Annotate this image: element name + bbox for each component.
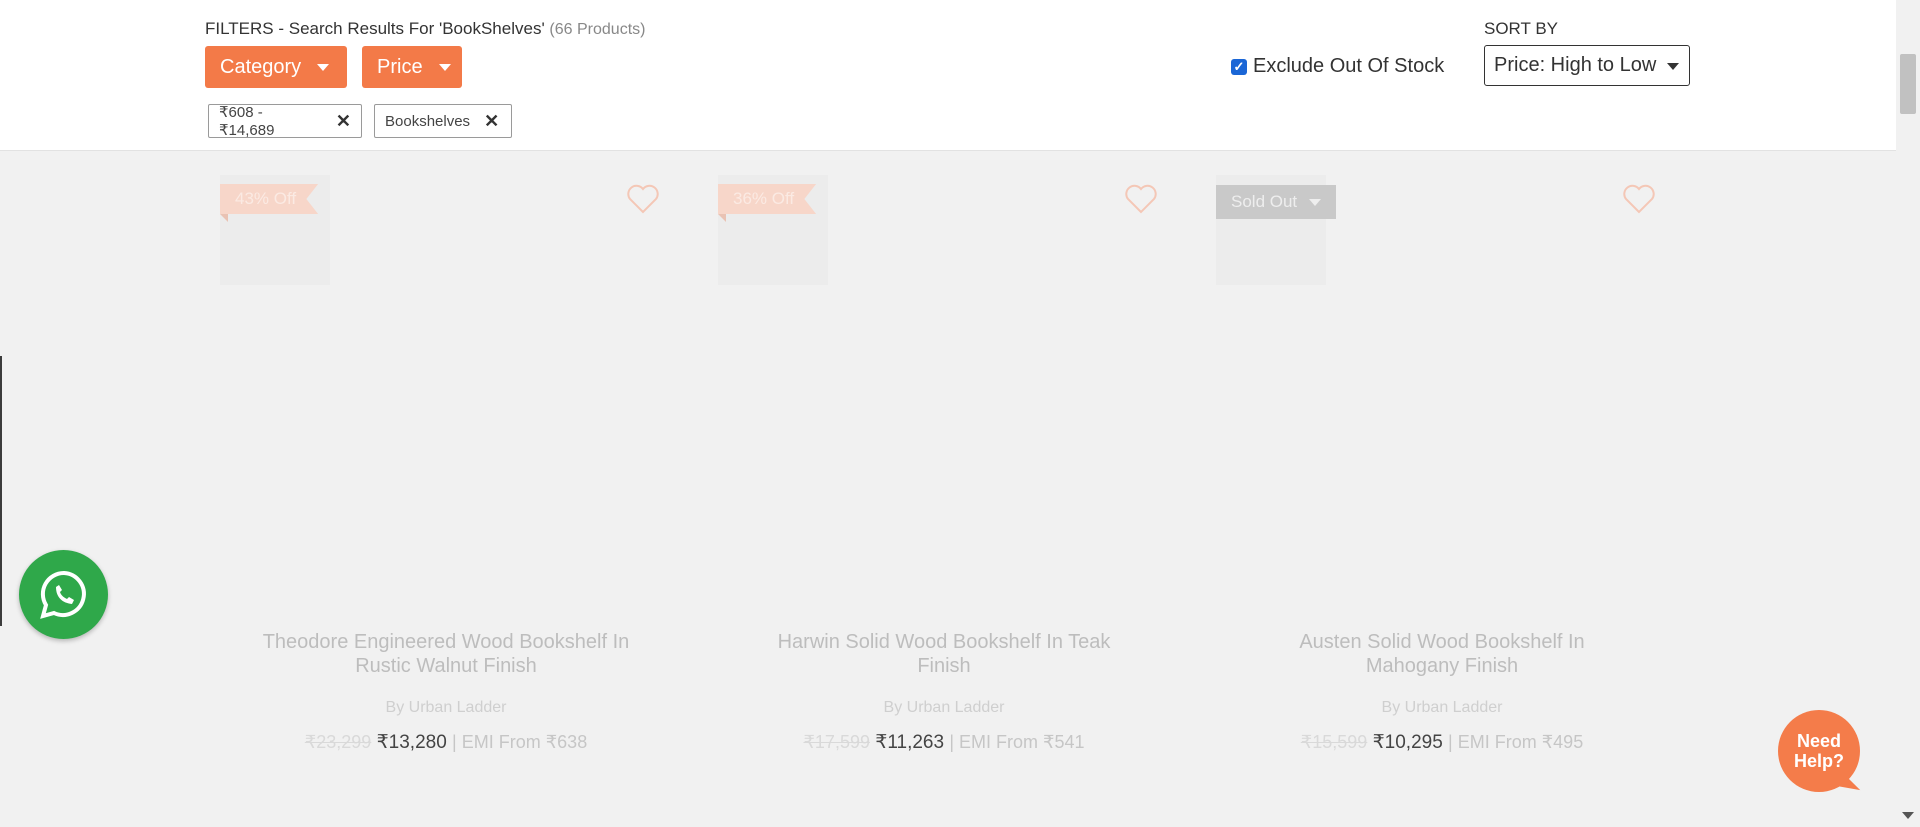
sort-selected-value: Price: High to Low <box>1494 54 1657 76</box>
emi-text: | EMI From ₹541 <box>949 732 1085 752</box>
close-icon[interactable]: ✕ <box>336 111 351 132</box>
side-panel-edge <box>0 356 2 626</box>
category-dropdown-button[interactable]: Category <box>205 46 347 88</box>
product-name-line: Theodore Engineered Wood Bookshelf In <box>262 631 630 653</box>
product-price: ₹23,299 ₹13,280 | EMI From ₹638 <box>206 731 686 754</box>
chip-label: ₹608 - ₹14,689 <box>219 104 275 139</box>
discount-badge: 36% Off <box>718 184 817 214</box>
product-brand: By Urban Ladder <box>883 699 1005 716</box>
product-price: ₹17,599 ₹11,263 | EMI From ₹541 <box>704 731 1184 754</box>
sort-by-label: SORT BY <box>1484 19 1559 38</box>
product-name-line: Finish <box>917 655 971 677</box>
original-price: ₹17,599 <box>803 732 870 752</box>
filters-title-text: FILTERS - Search Results For 'BookShelve… <box>205 19 545 38</box>
product-name[interactable]: Harwin Solid Wood Bookshelf In Teak Fini… <box>704 630 1184 678</box>
help-label-line: Help? <box>1793 751 1844 771</box>
sale-price: ₹13,280 <box>376 732 447 753</box>
product-name-line: Austen Solid Wood Bookshelf In <box>1299 631 1585 653</box>
sale-price: ₹10,295 <box>1372 732 1443 753</box>
product-count: (66 Products) <box>549 21 646 38</box>
filter-bar: FILTERS - Search Results For 'BookShelve… <box>0 0 1896 151</box>
page-scrollbar[interactable] <box>1896 0 1920 827</box>
badge-fold <box>718 214 726 222</box>
product-card[interactable]: 43% Off Theodore Engineered Wood Bookshe… <box>206 170 686 760</box>
whatsapp-button[interactable] <box>19 550 108 639</box>
sold-out-badge[interactable]: Sold Out <box>1216 185 1337 219</box>
exclude-out-of-stock-toggle[interactable]: ✓ Exclude Out Of Stock <box>1231 55 1444 78</box>
need-help-button[interactable]: Need Help? <box>1778 710 1860 792</box>
product-name[interactable]: Theodore Engineered Wood Bookshelf In Ru… <box>206 630 686 678</box>
close-icon[interactable]: ✕ <box>484 111 499 132</box>
scroll-down-icon[interactable] <box>1902 812 1914 819</box>
scrollbar-thumb[interactable] <box>1900 54 1916 114</box>
checkbox-checked-icon[interactable]: ✓ <box>1231 58 1247 75</box>
filter-chip-price-range: ₹608 - ₹14,689 ✕ <box>208 104 362 139</box>
sale-price: ₹11,263 <box>875 732 945 753</box>
exclude-out-of-stock-label: Exclude Out Of Stock <box>1253 55 1445 77</box>
whatsapp-icon <box>39 570 86 619</box>
product-name[interactable]: Austen Solid Wood Bookshelf In Mahogany … <box>1202 630 1682 678</box>
emi-text: | EMI From ₹638 <box>452 732 588 752</box>
filters-title: FILTERS - Search Results For 'BookShelve… <box>205 19 645 39</box>
category-button-label: Category <box>220 55 302 78</box>
product-name-line: Mahogany Finish <box>1365 655 1519 677</box>
heart-icon[interactable] <box>1622 184 1656 214</box>
chevron-down-icon <box>438 63 451 71</box>
heart-icon[interactable] <box>1124 184 1158 214</box>
product-card[interactable]: 36% Off Harwin Solid Wood Bookshelf In T… <box>704 170 1184 760</box>
product-brand: By Urban Ladder <box>385 699 507 716</box>
help-label-line: Need <box>1796 731 1841 751</box>
price-dropdown-button[interactable]: Price <box>362 46 462 88</box>
chevron-down-icon <box>1309 198 1322 206</box>
filter-chip-category: Bookshelves ✕ <box>374 104 512 138</box>
product-name-line: Harwin Solid Wood Bookshelf In Teak <box>777 631 1111 653</box>
product-price: ₹15,599 ₹10,295 | EMI From ₹495 <box>1202 731 1682 754</box>
sold-out-label: Sold Out <box>1231 192 1298 211</box>
chevron-down-icon <box>317 63 330 71</box>
heart-icon[interactable] <box>626 184 660 214</box>
chevron-down-icon <box>1667 63 1679 70</box>
sort-select[interactable]: Price: High to Low <box>1484 45 1690 86</box>
product-name-line: Rustic Walnut Finish <box>355 655 537 677</box>
emi-text: | EMI From ₹495 <box>1448 732 1584 752</box>
original-price: ₹15,599 <box>1300 732 1368 752</box>
product-brand: By Urban Ladder <box>1381 699 1503 716</box>
product-card[interactable]: Sold Out Austen Solid Wood Bookshelf In … <box>1202 170 1682 760</box>
original-price: ₹23,299 <box>304 732 372 752</box>
badge-fold <box>220 214 228 222</box>
chip-label: Bookshelves <box>385 112 471 130</box>
price-button-label: Price <box>377 55 423 78</box>
discount-badge: 43% Off <box>220 184 319 214</box>
